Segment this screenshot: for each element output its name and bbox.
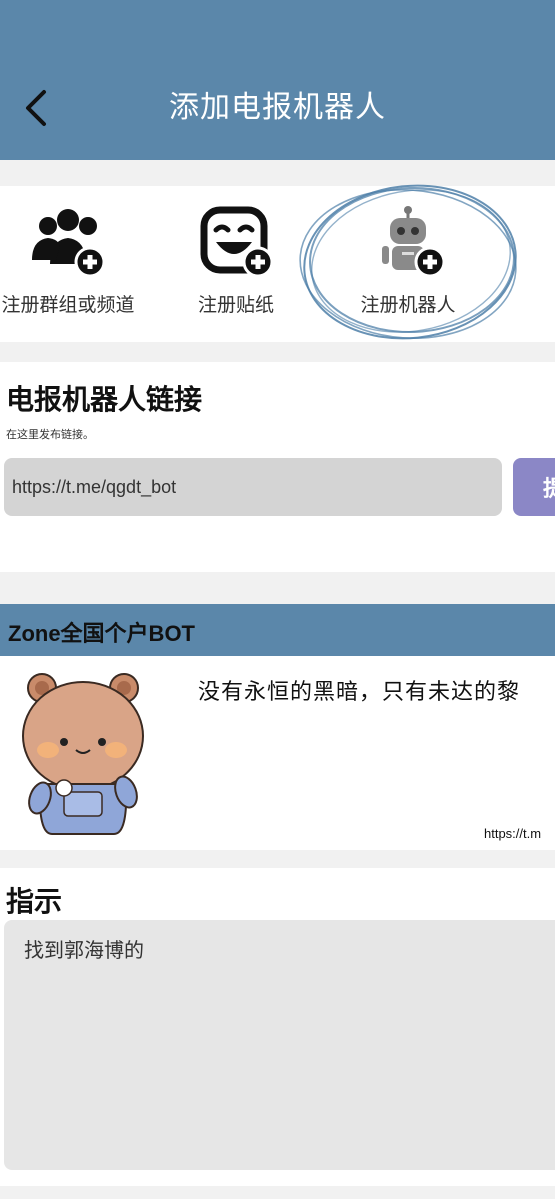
top-bar: 添加电报机器人	[0, 0, 555, 160]
tab-publish[interactable]: 发	[500, 186, 555, 342]
bot-url[interactable]: https://t.m	[484, 826, 541, 841]
tab-register-bot[interactable]: 注册机器人	[328, 186, 488, 342]
tab-label: 注册群组或频道	[1, 294, 135, 316]
bot-link-input[interactable]	[4, 458, 502, 516]
group-add-icon	[32, 209, 106, 278]
submit-button[interactable]: 提	[513, 458, 555, 516]
register-type-tabs: 注册群组或频道 注册贴纸 注册机器人	[0, 186, 555, 342]
tab-label: 发	[500, 290, 555, 317]
tab-register-group-channel[interactable]: 注册群组或频道	[0, 186, 148, 342]
bot-description: 没有永恒的黑暗，只有未达的黎	[198, 680, 521, 705]
section-title: 指示	[6, 885, 63, 918]
bear-avatar-icon	[10, 666, 172, 842]
tab-register-sticker[interactable]: 注册贴纸	[156, 186, 316, 342]
phone-icon	[540, 202, 555, 282]
bot-link-section: 电报机器人链接 在这里发布链接。 提	[0, 362, 555, 572]
section-hint: 在这里发布链接。	[6, 428, 94, 441]
bot-name: Zone全国个户BOT	[8, 621, 195, 646]
bot-preview-card[interactable]: Zone全国个户BOT 没有永恒的黑暗，只有未达的黎 https://t.m	[0, 604, 555, 850]
tab-label: 注册贴纸	[197, 294, 274, 316]
instructions-section: 指示 找到郭海博的	[0, 868, 555, 1186]
sticker-add-icon	[200, 206, 274, 278]
instructions-textarea[interactable]: 找到郭海博的	[4, 920, 555, 1170]
tab-label: 注册机器人	[360, 294, 456, 316]
bot-name-bar: Zone全国个户BOT	[0, 604, 555, 656]
section-title: 电报机器人链接	[6, 383, 203, 416]
robot-add-icon	[382, 206, 446, 278]
page-title: 添加电报机器人	[169, 90, 386, 125]
